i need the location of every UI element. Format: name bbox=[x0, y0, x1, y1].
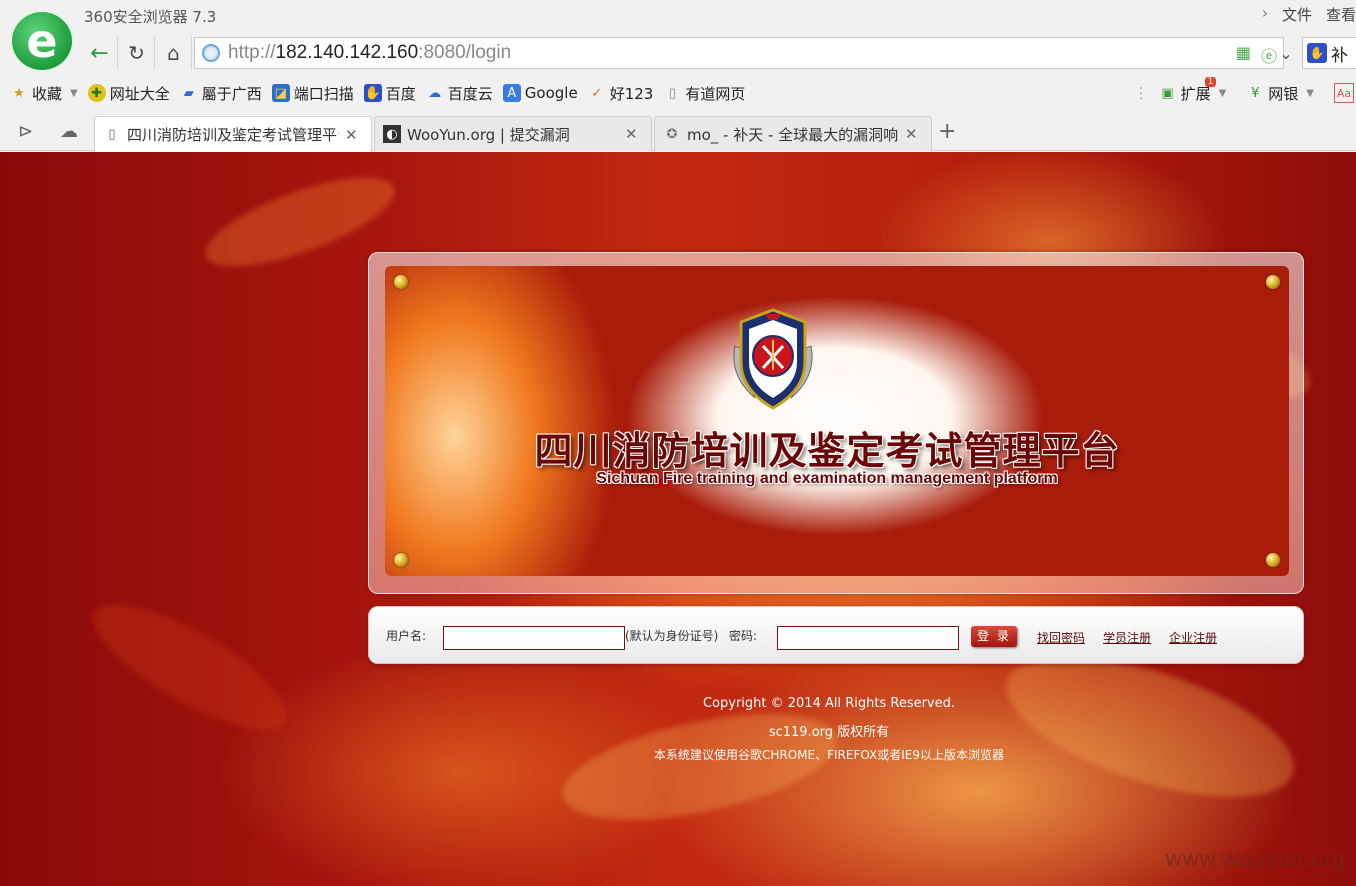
footer-browser-note: 本系统建议使用谷歌CHROME、FIREFOX或者IE9以上版本浏览器 bbox=[653, 748, 1005, 762]
bookmark-favorites[interactable]: ★ 收藏 ▼ bbox=[10, 83, 78, 104]
banner-subtitle: Sichuan Fire training and examination ma… bbox=[596, 470, 1058, 487]
bookmark-guangxi[interactable]: ▰ 屬于广西 bbox=[180, 83, 262, 104]
rivet-icon bbox=[394, 553, 408, 567]
tab-bar: ⊳ ☁ ▯ 四川消防培训及鉴定考试管理平台 ✕ ◐ WooYun.org | 提… bbox=[0, 113, 1356, 152]
banner-title: 四川消防培训及鉴定考试管理平台 bbox=[534, 429, 1120, 473]
close-icon[interactable]: ✕ bbox=[345, 126, 358, 144]
tab-wooyun[interactable]: ◐ WooYun.org | 提交漏洞 ✕ bbox=[374, 116, 652, 151]
caret-down-icon: ▼ bbox=[70, 87, 78, 99]
separator-icon: ⋮ bbox=[1133, 84, 1149, 102]
browser-logo-icon bbox=[10, 10, 74, 72]
close-icon[interactable]: ✕ bbox=[625, 125, 638, 143]
student-register-link[interactable]: 学员注册 bbox=[1103, 629, 1151, 646]
login-button[interactable]: 登 录 bbox=[971, 626, 1017, 647]
forgot-password-link[interactable]: 找回密码 bbox=[1037, 629, 1085, 646]
close-icon[interactable]: ✕ bbox=[905, 125, 918, 143]
bookmarks-bar: ★ 收藏 ▼ ✚ 网址大全 ▰ 屬于广西 ◪ 端口扫描 ✋ 百度 ☁ 百度云 A … bbox=[10, 76, 1356, 108]
extensions-icon: ▣ bbox=[1161, 85, 1174, 101]
star-icon: ★ bbox=[13, 85, 25, 101]
cloud-sync-icon[interactable]: ☁ bbox=[60, 121, 78, 142]
password-label: 密码: bbox=[729, 629, 758, 643]
bookmark-url-nav[interactable]: ✚ 网址大全 bbox=[87, 83, 170, 104]
footer-copyright: Copyright © 2014 All Rights Reserved. bbox=[702, 696, 956, 711]
rivet-icon bbox=[1266, 553, 1280, 567]
tab-butian[interactable]: ✪ mo_ - 补天 - 全球最大的漏洞响应平台 ✕ bbox=[654, 116, 932, 151]
navigation-bar: ← ↻ ⌂ http://182.140.142.160:8080/login … bbox=[82, 36, 1356, 72]
page-icon: ▯ bbox=[108, 127, 116, 142]
username-input[interactable] bbox=[443, 626, 625, 650]
pdf-icon[interactable]: Aa bbox=[1334, 83, 1354, 103]
menu-view[interactable]: 查看 bbox=[1326, 4, 1356, 25]
flame-decoration bbox=[553, 693, 847, 841]
hao123-icon: ✓ bbox=[591, 85, 603, 101]
app-title: 360安全浏览器 7.3 bbox=[84, 8, 217, 26]
banner-frame: 四川消防培训及鉴定考试管理平台 Sichuan Fire training an… bbox=[368, 252, 1304, 594]
url-nav-icon: ✚ bbox=[87, 84, 106, 102]
shield-yen-icon: ¥ bbox=[1251, 85, 1260, 101]
page-icon: ▯ bbox=[668, 85, 676, 101]
bookmark-youdao[interactable]: ▯ 有道网页 bbox=[663, 83, 746, 104]
login-page: 四川消防培训及鉴定考试管理平台 Sichuan Fire training an… bbox=[0, 152, 1356, 886]
bookmark-google[interactable]: A Google bbox=[502, 84, 578, 102]
search-input[interactable]: ✋ 补 bbox=[1302, 37, 1356, 69]
extensions-button[interactable]: ▣ 扩展 1 ▼ bbox=[1159, 76, 1227, 104]
bookmark-port-scan[interactable]: ◪ 端口扫描 bbox=[271, 83, 354, 104]
caret-down-icon: ▼ bbox=[1306, 87, 1314, 99]
cloud-icon: ☁ bbox=[428, 85, 442, 101]
username-hint: (默认为身份证号) bbox=[625, 629, 719, 643]
login-form: 用户名: (默认为身份证号) 密码: 登 录 找回密码 学员注册 企业注册 bbox=[368, 606, 1304, 664]
address-bar[interactable]: http://182.140.142.160:8080/login ▦ ⓔ bbox=[194, 37, 1284, 69]
toolbar-right: ⋮ ▣ 扩展 1 ▼ ¥ 网银 ▼ Aa bbox=[1133, 76, 1356, 108]
new-tab-button[interactable]: + bbox=[938, 119, 956, 144]
browser-chrome: 360安全浏览器 7.3 › 文件 查看 ← ↻ ⌂ http://182.14… bbox=[0, 0, 1356, 152]
top-menu: › 文件 查看 bbox=[1262, 4, 1356, 25]
chevron-down-icon[interactable]: ⌄ bbox=[1270, 36, 1302, 70]
baidu-paw-icon: ✋ bbox=[1307, 43, 1327, 63]
translate-icon: A bbox=[502, 84, 521, 102]
home-button[interactable]: ⌂ bbox=[156, 36, 192, 70]
watermark: www.wooyun.org bbox=[1165, 846, 1346, 871]
fire-service-emblem-icon bbox=[733, 308, 813, 410]
url-text[interactable]: http://182.140.142.160:8080/login bbox=[228, 42, 511, 64]
sidebar-toggle-icon[interactable]: ⊳ bbox=[18, 121, 33, 142]
chevron-right-icon[interactable]: › bbox=[1262, 4, 1268, 25]
globe-icon bbox=[202, 44, 220, 62]
username-label: 用户名: bbox=[386, 629, 427, 643]
scan-icon: ◪ bbox=[271, 84, 290, 102]
company-register-link[interactable]: 企业注册 bbox=[1169, 629, 1217, 646]
extensions-badge: 1 bbox=[1204, 76, 1217, 87]
online-bank-button[interactable]: ¥ 网银 ▼ bbox=[1246, 83, 1314, 104]
butian-icon: ✪ bbox=[666, 126, 678, 142]
bookmark-baidu-cloud[interactable]: ☁ 百度云 bbox=[426, 83, 493, 104]
baidu-paw-icon: ✋ bbox=[363, 84, 382, 102]
wooyun-icon: ◐ bbox=[383, 125, 401, 143]
caret-down-icon: ▼ bbox=[1218, 87, 1227, 99]
reload-button[interactable]: ↻ bbox=[119, 36, 155, 70]
menu-file[interactable]: 文件 bbox=[1282, 4, 1312, 25]
banner: 四川消防培训及鉴定考试管理平台 Sichuan Fire training an… bbox=[385, 266, 1289, 576]
rivet-icon bbox=[394, 275, 408, 289]
password-input[interactable] bbox=[777, 626, 959, 650]
bookmark-hao123[interactable]: ✓ 好123 bbox=[588, 83, 653, 104]
qr-code-icon[interactable]: ▦ bbox=[1236, 43, 1251, 67]
rivet-icon bbox=[1266, 275, 1280, 289]
back-button[interactable]: ← bbox=[82, 36, 118, 70]
bookmark-icon: ▰ bbox=[183, 85, 194, 101]
footer-owner: sc119.org 版权所有 bbox=[768, 725, 890, 740]
bookmark-baidu[interactable]: ✋ 百度 bbox=[363, 83, 416, 104]
tab-sichuan-fire[interactable]: ▯ 四川消防培训及鉴定考试管理平台 ✕ bbox=[94, 116, 372, 152]
